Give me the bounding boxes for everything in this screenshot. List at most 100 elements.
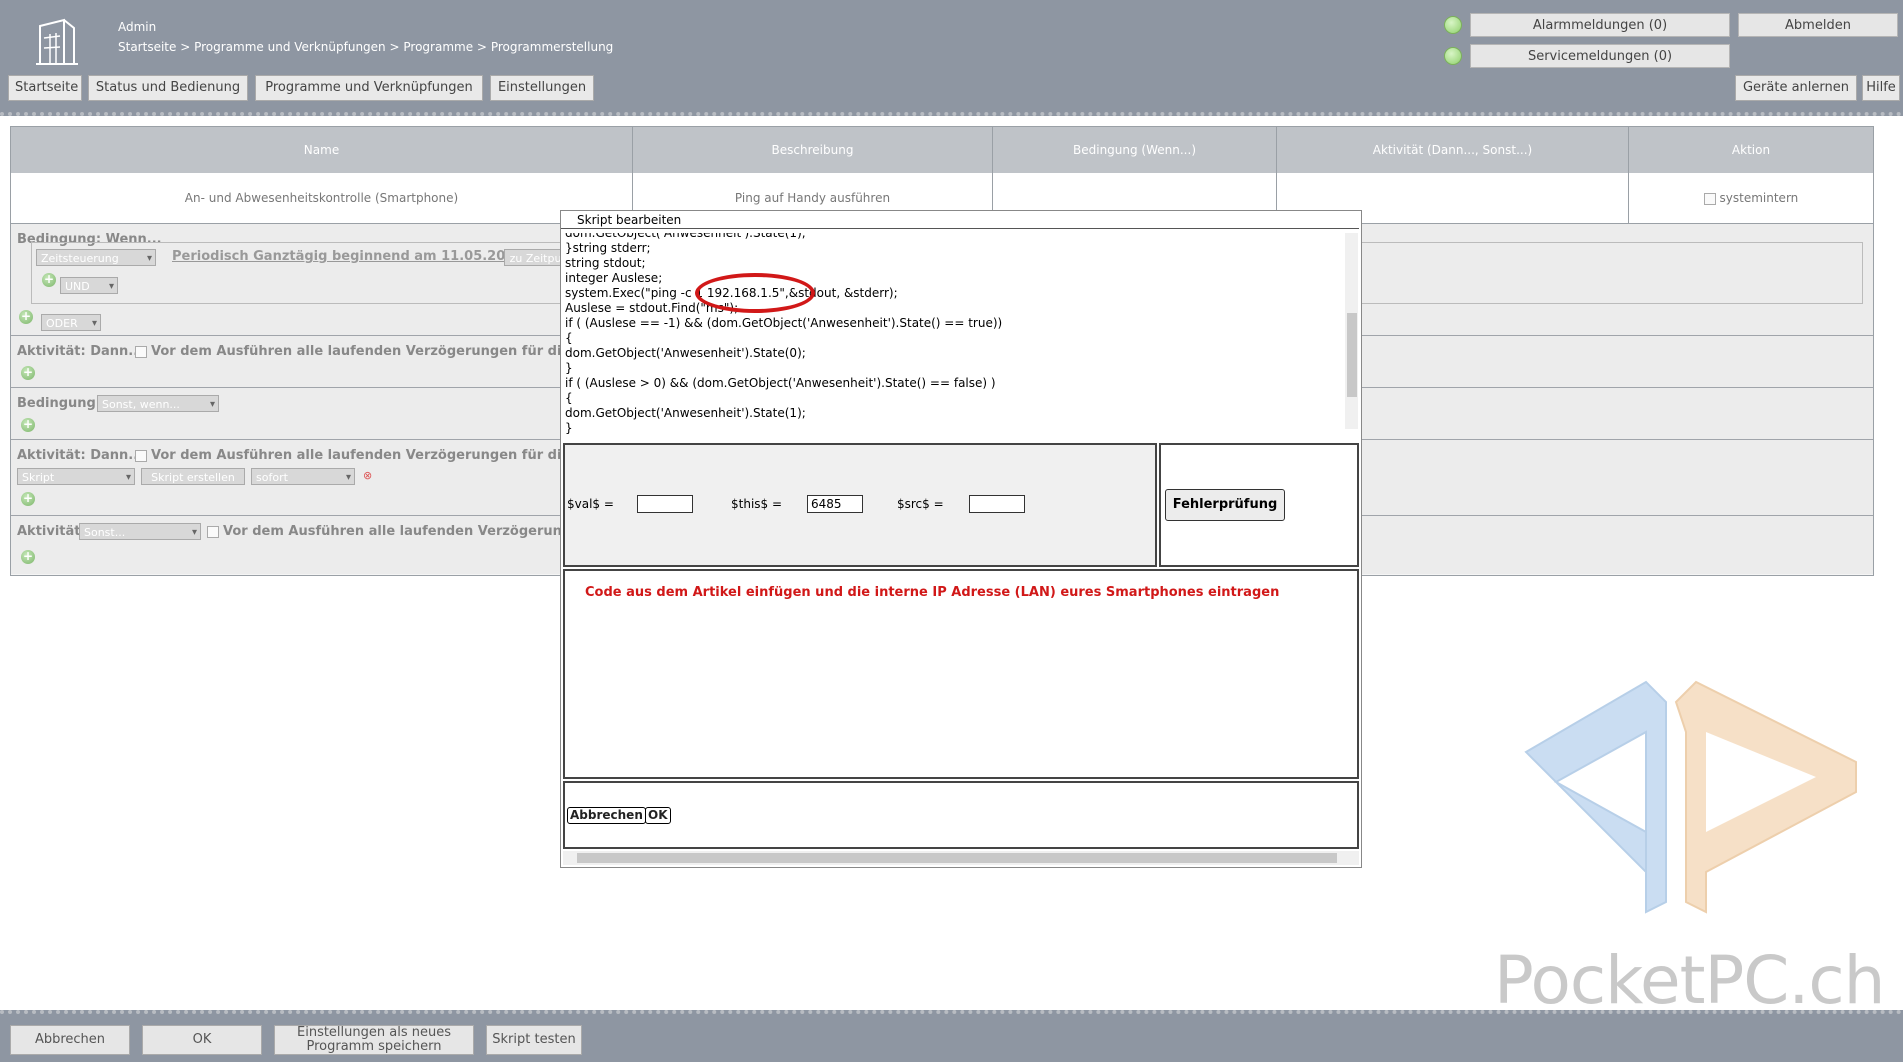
program-action-cell: systemintern	[1629, 173, 1873, 223]
footer-ok-button[interactable]: OK	[142, 1025, 262, 1055]
breadcrumb-separator: >	[180, 40, 191, 54]
stop-delays-checkbox[interactable]	[135, 346, 147, 358]
code-line: }	[565, 361, 573, 375]
nav-startseite[interactable]: Startseite	[8, 75, 82, 101]
this-input[interactable]	[807, 495, 863, 513]
script-editor-dialog: Skript bearbeiten dom.GetObject('Anwesen…	[560, 210, 1362, 868]
add-condition-icon[interactable]: +	[42, 273, 56, 287]
service-messages-button[interactable]: Servicemeldungen (0)	[1470, 44, 1730, 68]
add-activity-icon-2[interactable]: +	[21, 492, 35, 506]
column-name: Name	[11, 127, 633, 173]
stop-delays-checkbox-2[interactable]	[135, 450, 147, 462]
and-select[interactable]: UND	[60, 277, 118, 295]
code-vertical-scrollbar[interactable]	[1345, 233, 1358, 429]
create-script-button[interactable]: Skript erstellen	[141, 468, 245, 485]
src-input[interactable]	[969, 495, 1025, 513]
building-logo-icon	[36, 18, 78, 65]
nav-einstellungen[interactable]: Einstellungen	[490, 75, 594, 101]
or-select[interactable]: ODER	[41, 314, 101, 332]
instruction-message: Code aus dem Artikel einfügen und die in…	[585, 585, 1280, 600]
code-line: if ( (Auslese == -1) && (dom.GetObject('…	[565, 316, 1003, 330]
val-input[interactable]	[637, 495, 693, 513]
program-name[interactable]: An- und Abwesenheitskontrolle (Smartphon…	[11, 173, 633, 223]
code-line: {	[565, 391, 573, 405]
dialog-cancel-button[interactable]: Abbrechen	[567, 807, 646, 824]
breadcrumb-separator: >	[389, 40, 400, 54]
horizontal-scroll-thumb[interactable]	[577, 853, 1337, 863]
footer-cancel-button[interactable]: Abbrechen	[10, 1025, 130, 1055]
user-name: Admin	[118, 20, 157, 34]
error-check-button[interactable]: Fehlerprüfung	[1165, 489, 1285, 521]
delete-activity-icon[interactable]: ⊗	[363, 469, 372, 482]
code-line: dom.GetObject('Anwesenheit').State(1);	[565, 233, 806, 240]
alarm-messages-button[interactable]: Alarmmeldungen (0)	[1470, 13, 1730, 37]
code-line: dom.GetObject('Anwesenheit').State(0);	[565, 346, 806, 360]
breadcrumb-separator: >	[476, 40, 487, 54]
add-or-condition-icon[interactable]: +	[19, 310, 33, 324]
code-line: if ( (Auslese > 0) && (dom.GetObject('An…	[565, 376, 996, 390]
column-action: Aktion	[1731, 143, 1771, 157]
stop-delays-label: Vor dem Ausführen alle laufenden Verzöge…	[151, 344, 602, 359]
stop-delays-checkbox-3[interactable]	[207, 526, 219, 538]
breadcrumb-item-programmerstellung: Programmerstellung	[490, 40, 614, 54]
header-bar: Admin Startseite > Programme und Verknüp…	[0, 0, 1903, 116]
test-script-button[interactable]: Skript testen	[486, 1025, 582, 1055]
code-line: system.Exec("ping -c 1 192.168.1.5",&std…	[565, 286, 898, 300]
breadcrumb-item-startseite[interactable]: Startseite	[118, 40, 176, 54]
help-button[interactable]: Hilfe	[1862, 75, 1900, 101]
dialog-horizontal-scrollbar[interactable]	[563, 851, 1359, 865]
output-panel: Code aus dem Artikel einfügen und die in…	[563, 569, 1359, 779]
service-status-icon	[1444, 47, 1462, 65]
ip-highlight-circle	[695, 273, 815, 313]
footer-bar: Abbrechen OK Einstellungen als neues Pro…	[0, 1010, 1903, 1062]
watermark-text: PocketPC.ch	[1494, 942, 1885, 1019]
condition-else-if-title: Bedingung:	[17, 396, 102, 411]
nav-programme-verknuepfungen[interactable]: Programme und Verknüpfungen	[255, 75, 483, 101]
learn-devices-button[interactable]: Geräte anlernen	[1735, 75, 1857, 101]
logout-button[interactable]: Abmelden	[1738, 13, 1898, 37]
add-else-if-icon[interactable]: +	[21, 418, 35, 432]
variables-panel: $val$ = $this$ = $src$ =	[563, 443, 1157, 567]
stop-delays-label-2: Vor dem Ausführen alle laufenden Verzöge…	[151, 448, 602, 463]
else-activity-select[interactable]: Sonst...	[79, 523, 201, 541]
code-line: string stdout;	[565, 256, 646, 270]
nav-status-bedienung[interactable]: Status und Bedienung	[88, 75, 248, 101]
dialog-title: Skript bearbeiten	[561, 211, 1359, 229]
systemintern-checkbox[interactable]	[1703, 192, 1716, 205]
code-line: Auslese = stdout.Find("ms");	[565, 301, 739, 315]
val-label: $val$ =	[567, 497, 614, 511]
save-as-new-program-button[interactable]: Einstellungen als neues Programm speiche…	[274, 1025, 474, 1055]
alarm-status-icon	[1444, 16, 1462, 34]
timing-select[interactable]: sofort	[251, 468, 355, 486]
script-code-editor[interactable]: dom.GetObject('Anwesenheit').State(1); }…	[565, 233, 1347, 445]
table-header: Name Beschreibung Bedingung (Wenn...) Ak…	[11, 127, 1873, 173]
column-description: Beschreibung	[633, 127, 993, 173]
activity-else-title: Aktivität:	[17, 524, 86, 539]
condition-type-select[interactable]: Zeitsteuerung	[36, 249, 156, 267]
code-line: integer Auslese;	[565, 271, 663, 285]
code-line: dom.GetObject('Anwesenheit').State(1);	[565, 406, 806, 420]
activity-type-select[interactable]: Skript	[17, 468, 135, 486]
else-if-select[interactable]: Sonst, wenn...	[97, 395, 219, 413]
save-as-new-label-line1: Einstellungen als neues	[297, 1025, 451, 1040]
stop-delays-label-3: Vor dem Ausführen alle laufenden Verzöge…	[223, 524, 590, 539]
systemintern-label: systemintern	[1719, 191, 1799, 205]
src-label: $src$ =	[897, 497, 944, 511]
dialog-ok-button[interactable]: OK	[645, 807, 671, 824]
condition-schedule-link[interactable]: Periodisch Ganztägig beginnend am 11.05.…	[172, 249, 523, 264]
add-else-activity-icon[interactable]: +	[21, 550, 35, 564]
save-as-new-label-line2: Programm speichern	[306, 1039, 442, 1054]
column-condition: Bedingung (Wenn...)	[993, 127, 1277, 173]
add-activity-icon[interactable]: +	[21, 366, 35, 380]
breadcrumb-item-programme-verknuepfungen[interactable]: Programme und Verknüpfungen	[194, 40, 386, 54]
breadcrumb-item-programme[interactable]: Programme	[403, 40, 473, 54]
code-line: {	[565, 331, 573, 345]
breadcrumb: Startseite > Programme und Verknüpfungen…	[118, 40, 613, 54]
code-scroll-thumb[interactable]	[1347, 313, 1357, 397]
pocketpc-logo-icon	[1524, 680, 1857, 914]
activity-then-title: Aktivität: Dann...	[17, 344, 144, 359]
this-label: $this$ =	[731, 497, 783, 511]
code-line: }string stderr;	[565, 241, 651, 255]
column-activity: Aktivität (Dann..., Sonst...)	[1277, 127, 1629, 173]
dialog-button-panel: Abbrechen OK	[563, 781, 1359, 849]
